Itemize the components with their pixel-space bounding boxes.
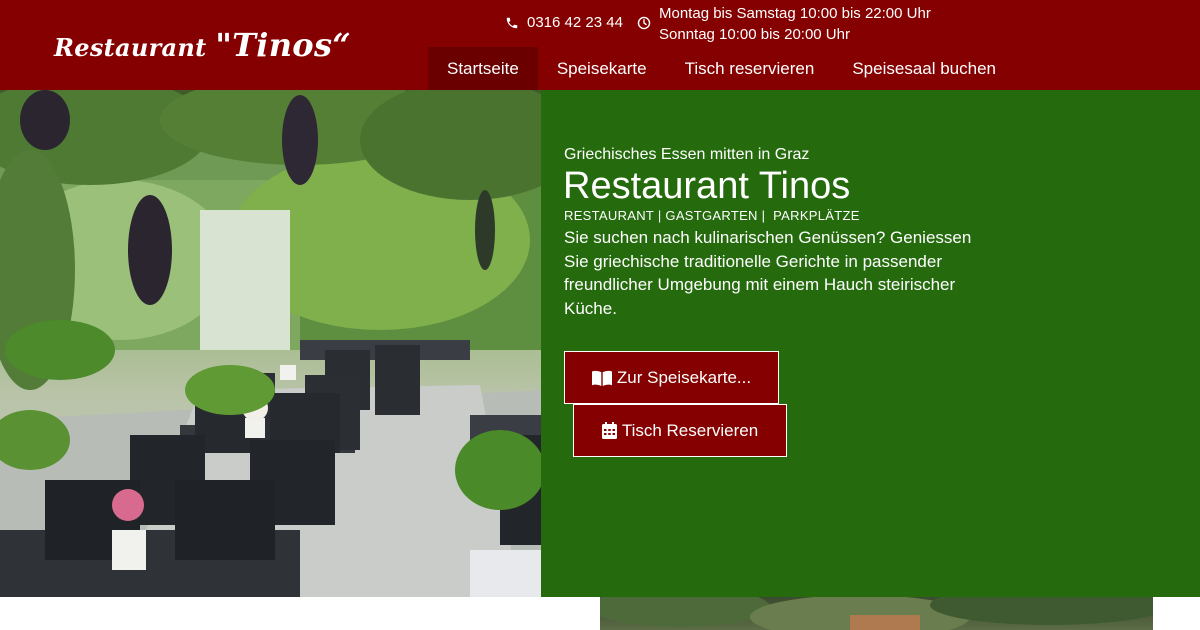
logo-text-restaurant: Restaurant — [54, 33, 216, 62]
nav-item-speisekarte[interactable]: Speisekarte — [538, 47, 666, 90]
opening-hours-sunday: Sonntag 10:00 bis 20:00 Uhr — [659, 26, 850, 43]
phone-link[interactable]: 0316 42 23 44 — [505, 14, 623, 31]
reserve-table-button-label: Tisch Reservieren — [621, 420, 759, 440]
menu-button-label: Zur Speisekarte... — [616, 367, 752, 387]
logo[interactable]: Restaurant "Tinos“ — [54, 26, 351, 64]
phone-number: 0316 42 23 44 — [527, 14, 623, 31]
hero-kicker: Griechisches Essen mitten in Graz — [564, 146, 810, 163]
site-header: Restaurant "Tinos“ 0316 42 23 44 Montag … — [0, 0, 1200, 90]
menu-button[interactable]: Zur Speisekarte... — [564, 351, 779, 404]
logo-text-tinos: "Tinos“ — [215, 26, 351, 64]
book-icon — [591, 370, 612, 386]
hero-tags: RESTAURANT | GASTGARTEN | PARKPLÄTZE — [564, 208, 860, 223]
main-nav: Startseite Speisekarte Tisch reservieren… — [428, 47, 1015, 90]
calendar-icon — [601, 422, 617, 439]
nav-item-tisch-reservieren[interactable]: Tisch reservieren — [666, 47, 834, 90]
opening-hours-weekdays: Montag bis Samstag 10:00 bis 22:00 Uhr — [659, 5, 931, 22]
garden-illustration — [0, 90, 541, 597]
opening-hours: Montag bis Samstag 10:00 bis 22:00 Uhr S… — [659, 3, 931, 45]
nav-item-speisesaal-buchen[interactable]: Speisesaal buchen — [833, 47, 1015, 90]
hero-photo-garden — [0, 90, 541, 597]
clock-icon — [637, 16, 651, 30]
hero-description: Sie suchen nach kulinarischen Genüssen? … — [564, 228, 972, 318]
hero-panel: Griechisches Essen mitten in Graz Restau… — [541, 90, 1200, 597]
nav-item-startseite[interactable]: Startseite — [428, 47, 538, 90]
phone-icon — [506, 17, 518, 28]
section-photo-partial — [600, 597, 1153, 630]
hero-title: Restaurant Tinos — [563, 165, 851, 207]
reserve-table-button[interactable]: Tisch Reservieren — [573, 404, 787, 457]
foliage-illustration — [600, 597, 1153, 630]
